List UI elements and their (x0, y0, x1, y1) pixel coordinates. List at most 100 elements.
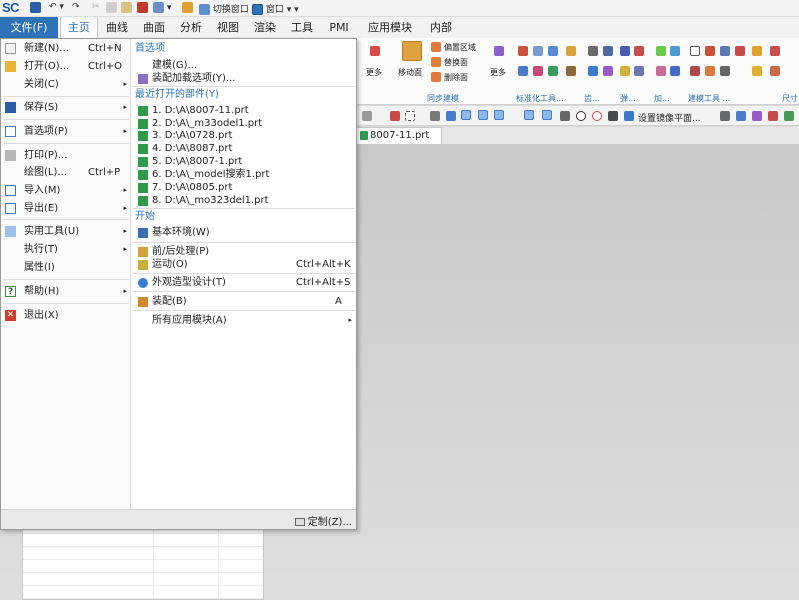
recent-part-item[interactable]: 5. D:\A\8007-1.prt (132, 155, 356, 168)
recent-part-item[interactable]: 4. D:\A\8087.prt (132, 142, 356, 155)
tab-analysis[interactable]: 分析 (174, 17, 208, 38)
group-add[interactable]: 加... (654, 93, 670, 104)
spline-icon[interactable] (542, 110, 552, 120)
customize-button[interactable]: 定制(Z)... (294, 513, 352, 528)
window-button[interactable]: 窗口 ▾ ▾ (252, 2, 299, 15)
dim-tool-icon[interactable] (752, 46, 762, 56)
select-icon[interactable] (362, 111, 372, 121)
tab-home[interactable]: 主页 (60, 17, 98, 38)
group-sync-modeling[interactable]: 同步建模 (427, 93, 459, 104)
mirror-icon[interactable] (624, 111, 634, 121)
menu-assembly[interactable]: 装配(B) A (132, 295, 356, 308)
curve-icon[interactable] (524, 110, 534, 120)
menu-basic-environment[interactable]: 基本环境(W) (132, 226, 356, 239)
tab-view[interactable]: 视图 (211, 17, 245, 38)
group-build-tools[interactable]: 建模工具 ... (688, 93, 730, 104)
view-tool-icon[interactable] (720, 111, 730, 121)
tab-curve[interactable]: 曲线 (100, 17, 134, 38)
menu-shape-studio[interactable]: 外观造型设计(T) Ctrl+Alt+S (132, 276, 356, 289)
spring-tool-icon[interactable] (620, 66, 630, 76)
build-tool-icon[interactable] (735, 46, 745, 56)
view-tool-icon[interactable] (752, 111, 762, 121)
gear-tool-icon[interactable] (603, 46, 613, 56)
menu-modeling-prefs[interactable]: 建模(G)... (132, 59, 356, 72)
add-tool-icon[interactable] (656, 66, 666, 76)
recent-part-item[interactable]: 8. D:\A\_mo323del1.prt (132, 194, 356, 207)
save-icon[interactable] (30, 2, 41, 14)
spring-tool-icon[interactable] (634, 66, 644, 76)
tab-pmi[interactable]: PMI (322, 17, 356, 38)
menu-new[interactable]: 新建(N)... Ctrl+N (1, 40, 131, 57)
tab-file[interactable]: 文件(F) (0, 17, 58, 38)
mirror-plane-button[interactable]: 设置镜像平面... (638, 111, 701, 124)
tab-internal[interactable]: 内部 (424, 17, 458, 38)
view-tool-icon[interactable] (784, 111, 794, 121)
std-tool-icon[interactable] (566, 46, 576, 56)
replace-face-button[interactable]: 替换面 (444, 57, 468, 68)
delete-face-button[interactable]: 删除面 (444, 72, 468, 83)
dim-tool-icon[interactable] (752, 66, 762, 76)
tab-surface[interactable]: 曲面 (137, 17, 171, 38)
filter-icon[interactable] (430, 111, 440, 121)
menu-open[interactable]: 打开(O)... Ctrl+O (1, 58, 131, 75)
document-tab[interactable]: 8007-11.prt (356, 127, 442, 144)
std-tool-icon[interactable] (518, 66, 528, 76)
menu-print[interactable]: 打印(P)... (1, 147, 131, 164)
sync-more-icon[interactable] (494, 46, 504, 56)
spring-tool-icon[interactable] (620, 46, 630, 56)
build-tool-icon[interactable] (705, 46, 715, 56)
menu-all-applications[interactable]: 所有应用模块(A) ▸ (132, 314, 356, 327)
undo-icon[interactable]: ↶ ▾ (49, 2, 64, 14)
recent-part-item[interactable]: 3. D:\A\0728.prt (132, 129, 356, 142)
dim-tool-icon[interactable] (770, 66, 780, 76)
menu-pre-post[interactable]: 前/后处理(P) (132, 245, 356, 258)
command-finder-icon[interactable] (137, 2, 148, 14)
recent-part-item[interactable]: 7. D:\A\0805.prt (132, 181, 356, 194)
view-tool-icon[interactable] (768, 111, 778, 121)
tab-application[interactable]: 应用模块 (359, 17, 421, 38)
more-button-1[interactable]: 更多 (366, 67, 382, 78)
tab-render[interactable]: 渲染 (248, 17, 282, 38)
menu-preferences[interactable]: 首选项(P) ▸ (1, 123, 131, 140)
std-tool-icon[interactable] (533, 66, 543, 76)
dim-tool-icon[interactable] (770, 46, 780, 56)
offset-region-button[interactable]: 偏置区域 (444, 42, 476, 53)
recent-part-item[interactable]: 1. D:\A\8007-11.prt (132, 104, 356, 117)
add-tool-icon[interactable] (670, 46, 680, 56)
std-tool-icon[interactable] (566, 66, 576, 76)
menu-motion[interactable]: 运动(O) Ctrl+Alt+K (132, 258, 356, 271)
menu-close[interactable]: 关闭(C) ▸ (1, 76, 131, 93)
snap-icon[interactable] (390, 111, 400, 121)
circle-icon[interactable] (592, 111, 602, 121)
group-gear[interactable]: 齿... (584, 93, 600, 104)
cut-icon[interactable]: ✂ (92, 2, 100, 14)
spring-tool-icon[interactable] (634, 46, 644, 56)
gear-tool-icon[interactable] (603, 66, 613, 76)
layer-icon[interactable]: ▾ (153, 2, 171, 14)
build-tool-icon[interactable] (690, 46, 700, 56)
menu-utilities[interactable]: 实用工具(U) ▸ (1, 223, 131, 240)
box-select-icon[interactable] (405, 111, 415, 121)
build-tool-icon[interactable] (720, 46, 730, 56)
redo-icon[interactable]: ↷ (72, 2, 80, 14)
menu-properties[interactable]: 属性(I) (1, 259, 131, 276)
menu-save[interactable]: 保存(S) ▸ (1, 99, 131, 116)
point-icon[interactable] (560, 111, 570, 121)
line-icon[interactable] (478, 110, 488, 120)
line-icon[interactable] (494, 110, 504, 120)
std-tool-icon[interactable] (518, 46, 528, 56)
group-dimension[interactable]: 尺寸 (782, 93, 798, 104)
more-button-2[interactable]: 更多 (490, 67, 506, 78)
menu-assembly-load-options[interactable]: 装配加载选项(Y)... (132, 72, 356, 85)
paste-icon[interactable] (121, 2, 132, 14)
add-tool-icon[interactable] (670, 66, 680, 76)
build-tool-icon[interactable] (705, 66, 715, 76)
menu-execute[interactable]: 执行(T) ▸ (1, 241, 131, 258)
std-tool-icon[interactable] (533, 46, 543, 56)
snap-grid-icon[interactable] (461, 110, 471, 120)
gear-tool-icon[interactable] (588, 46, 598, 56)
group-standard-tools[interactable]: 标准化工具... (516, 93, 564, 104)
gear-tool-icon[interactable] (588, 66, 598, 76)
add-tool-icon[interactable] (656, 46, 666, 56)
view-tool-icon[interactable] (736, 111, 746, 121)
